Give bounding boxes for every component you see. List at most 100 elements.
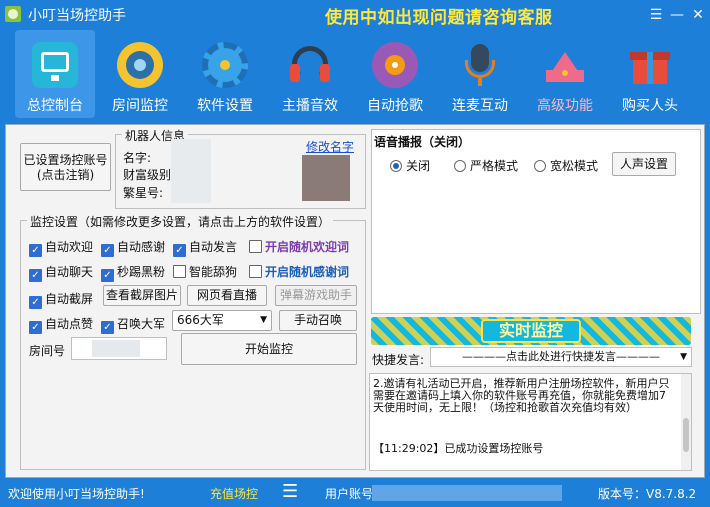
check-icon: ✓: [29, 321, 42, 334]
gift-icon: [627, 42, 673, 88]
checkbox-random-thanks[interactable]: 开启随机感谢词: [249, 263, 349, 280]
checkbox-auto-screenshot[interactable]: ✓ 自动截屏: [29, 290, 93, 309]
realtime-monitor-banner: 实时监控: [371, 317, 691, 345]
nav-auto-grab-song[interactable]: 自动抢歌: [355, 30, 435, 118]
checkbox-auto-thanks[interactable]: ✓ 自动感谢: [101, 238, 165, 257]
view-screenshot-button[interactable]: 查看截屏图片: [103, 285, 181, 306]
monitor-icon: [32, 42, 78, 88]
robot-info-blurred: [171, 139, 211, 203]
checkbox-random-welcome[interactable]: 开启随机欢迎词: [249, 238, 349, 255]
close-icon[interactable]: ✕: [687, 4, 709, 26]
checkbox-summon-army[interactable]: ✓ 召唤大军: [101, 315, 165, 334]
nav-software-settings[interactable]: 软件设置: [185, 30, 265, 118]
checkbox-label: 秒踢黑粉: [117, 265, 166, 279]
minimize-icon[interactable]: —: [666, 4, 688, 26]
monitor-settings-legend: 监控设置（如需修改更多设置，请点击上方的软件设置）: [27, 213, 334, 230]
robot-name-label: 名字:: [123, 151, 152, 165]
check-icon: ✓: [29, 269, 42, 282]
log-scrollbar[interactable]: [681, 374, 691, 470]
checkbox-label: 自动聊天: [45, 265, 94, 279]
chevron-down-icon: ▼: [260, 315, 267, 325]
menu-icon[interactable]: ☰: [645, 4, 667, 26]
checkbox-label: 自动发言: [189, 240, 238, 254]
gear-icon: [202, 42, 248, 88]
nav-buy-viewers[interactable]: 购买人头: [610, 30, 690, 118]
manual-summon-button[interactable]: 手动召唤: [279, 310, 357, 331]
army-select[interactable]: 666大军 ▼: [172, 310, 272, 331]
checkbox-label: 开启随机欢迎词: [265, 240, 350, 254]
title-bar: 小叮当场控助手 使用中如出现问题请咨询客服 ☰ — ✕: [0, 0, 710, 30]
microphone-icon: [457, 42, 503, 88]
check-icon: ✓: [173, 244, 186, 257]
checkbox-auto-chat[interactable]: ✓ 自动聊天: [29, 263, 93, 282]
robot-fan-label: 繁星号:: [123, 186, 164, 200]
checkbox-auto-like[interactable]: ✓ 自动点赞: [29, 315, 93, 334]
nav-console[interactable]: 总控制台: [15, 30, 95, 118]
scrollbar-thumb[interactable]: [683, 418, 689, 452]
checkbox-label: 智能舔狗: [189, 265, 238, 279]
nav-mic-interaction[interactable]: 连麦互动: [440, 30, 520, 118]
web-live-button[interactable]: 网页看直播: [187, 285, 267, 306]
log-entry: 【11:29:02】已成功设置场控账号: [373, 442, 544, 455]
account-button-line2: (点击注销): [36, 168, 95, 182]
nav-room-monitor[interactable]: 房间监控: [100, 30, 180, 118]
check-icon: ✓: [29, 244, 42, 257]
monitor-settings-group: 监控设置（如需修改更多设置，请点击上方的软件设置） ✓ 自动欢迎 ✓ 自动感谢 ✓ 自…: [20, 213, 366, 470]
log-message: 2.邀请有礼活动已开启，推荐新用户注册场控软件，新用户只需要在邀请码上填入你的软…: [373, 377, 670, 414]
voice-broadcast-legend: 语音播报（关闭）: [374, 135, 471, 149]
quick-speak-value: ————点击此处进行快捷发言————: [462, 350, 660, 363]
app-window: 小叮当场控助手 使用中如出现问题请咨询客服 ☰ — ✕ 总控制台 房间监控 软件…: [0, 0, 710, 507]
checkbox-kick-haters[interactable]: ✓ 秒踢黑粉: [101, 263, 165, 282]
check-icon: ✓: [29, 296, 42, 309]
nav-advanced-features[interactable]: 高级功能: [525, 30, 605, 118]
checkbox-smart-flatter[interactable]: 智能舔狗: [173, 263, 237, 280]
chevron-down-icon: ▼: [680, 352, 687, 362]
account-button-line1: 已设置场控账号: [23, 153, 108, 167]
account-logout-button[interactable]: 已设置场控账号 (点击注销): [20, 143, 111, 191]
radio-voice-loose[interactable]: 宽松模式: [534, 157, 598, 174]
army-select-value: 666大军: [177, 313, 224, 327]
user-account-label: 用户账号: [325, 487, 374, 501]
version-label: 版本号：V8.7.8.2: [598, 487, 697, 501]
main-nav: 总控制台 房间监控 软件设置 主播音效 自动抢歌 连麦互动 高级功能 购买人头: [0, 30, 710, 120]
radio-label: 关闭: [406, 159, 431, 173]
nav-label: 购买人头: [622, 98, 678, 114]
headphones-icon: [287, 42, 333, 88]
status-welcome: 欢迎使用小叮当场控助手!: [8, 487, 145, 501]
camera-icon: [117, 42, 163, 88]
checkbox-label: 自动欢迎: [45, 240, 94, 254]
radio-voice-strict[interactable]: 严格模式: [454, 157, 518, 174]
robot-wealth-label: 财富级别:: [123, 168, 176, 182]
nav-host-sounds[interactable]: 主播音效: [270, 30, 350, 118]
danmaku-helper-button[interactable]: 弹幕游戏助手: [275, 285, 357, 306]
room-number-label: 房间号: [29, 344, 66, 358]
start-monitor-button[interactable]: 开始监控: [181, 333, 357, 365]
radio-voice-off[interactable]: 关闭: [390, 157, 430, 174]
app-title: 小叮当场控助手: [28, 8, 126, 24]
music-disc-icon: [372, 42, 418, 88]
radio-label: 严格模式: [470, 159, 519, 173]
checkbox-label: 自动截屏: [45, 292, 94, 306]
quick-speak-dropdown[interactable]: ————点击此处进行快捷发言———— ▼: [430, 347, 692, 367]
menu-icon[interactable]: ☰: [282, 481, 298, 502]
realtime-monitor-title: 实时监控: [481, 319, 581, 343]
robot-avatar: [302, 155, 350, 201]
nav-label: 总控制台: [27, 98, 83, 114]
voice-settings-button[interactable]: 人声设置: [612, 152, 676, 176]
room-number-input[interactable]: [71, 337, 167, 360]
support-banner: 使用中如出现问题请咨询客服: [325, 8, 553, 28]
robot-info-group: 机器人信息 修改名字 名字: 财富级别: 繁星号:: [115, 127, 366, 209]
checkbox-label: 自动感谢: [117, 240, 166, 254]
check-icon: ✓: [101, 321, 114, 334]
crown-icon: [542, 42, 588, 88]
checkbox-auto-welcome[interactable]: ✓ 自动欢迎: [29, 238, 93, 257]
recharge-link[interactable]: 充值场控: [210, 485, 258, 502]
nav-label: 房间监控: [112, 98, 168, 114]
checkbox-label: 开启随机感谢词: [265, 265, 350, 279]
check-icon: ✓: [101, 244, 114, 257]
checkbox-auto-speak[interactable]: ✓ 自动发言: [173, 238, 237, 257]
rename-link[interactable]: 修改名字: [306, 138, 354, 155]
nav-label: 自动抢歌: [367, 98, 423, 114]
checkbox-label: 自动点赞: [45, 317, 94, 331]
status-bar: 欢迎使用小叮当场控助手! 充值场控 ☰ 用户账号 版本号：V8.7.8.2: [0, 480, 710, 507]
